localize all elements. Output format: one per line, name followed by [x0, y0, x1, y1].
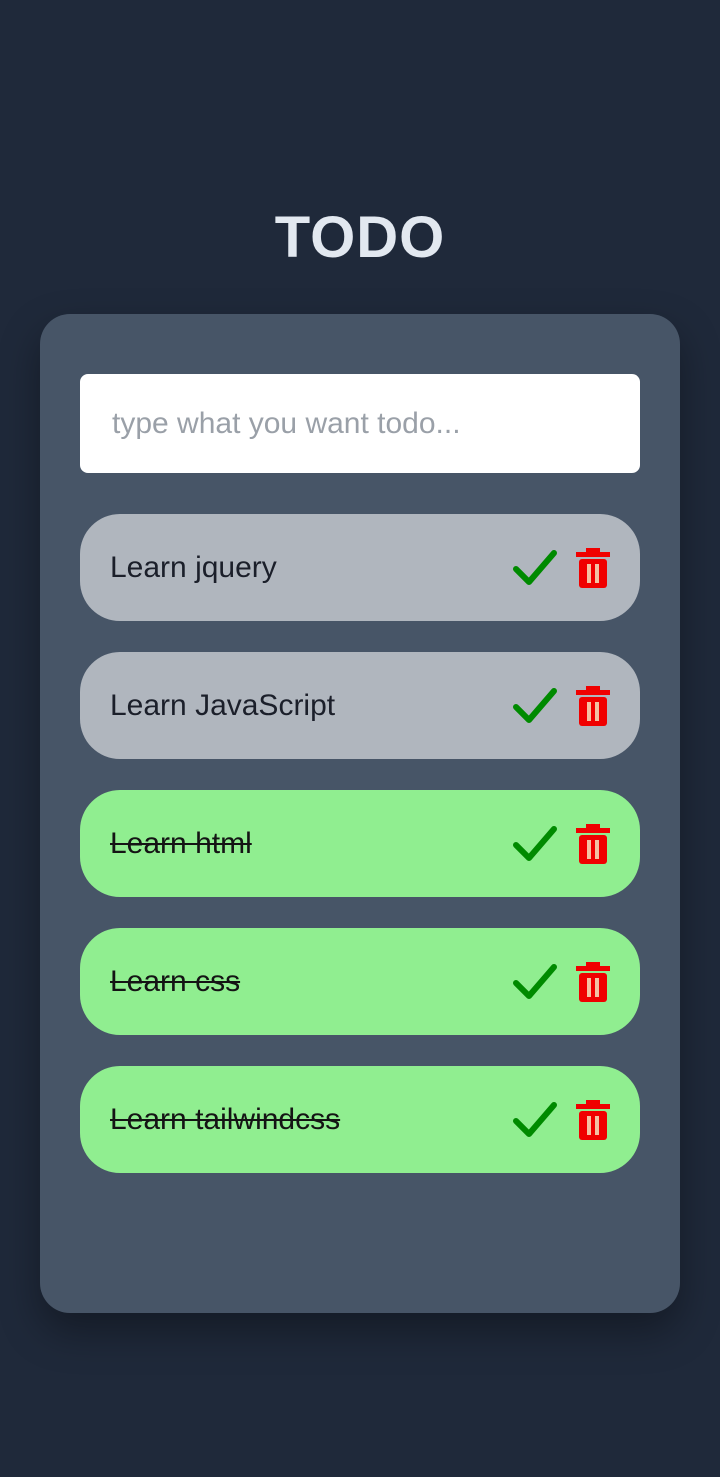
trash-icon[interactable]: [576, 686, 610, 726]
todo-list: Learn jquery Learn JavaScript Learn html: [80, 514, 640, 1204]
todo-item-label: Learn css: [110, 965, 241, 998]
todo-item-label: Learn JavaScript: [110, 689, 336, 722]
todo-item-label: Learn tailwindcss: [110, 1103, 341, 1136]
todo-input[interactable]: [80, 374, 640, 473]
todo-item-label: Learn jquery: [110, 551, 277, 584]
check-icon[interactable]: [512, 961, 558, 1003]
todo-item: Learn html: [80, 790, 640, 897]
todo-card: Learn jquery Learn JavaScript Learn html: [40, 314, 680, 1313]
check-icon[interactable]: [512, 547, 558, 589]
todo-item: Learn jquery: [80, 514, 640, 621]
todo-item: Learn css: [80, 928, 640, 1035]
todo-item: Learn JavaScript: [80, 652, 640, 759]
check-icon[interactable]: [512, 685, 558, 727]
check-icon[interactable]: [512, 1099, 558, 1141]
trash-icon[interactable]: [576, 1100, 610, 1140]
todo-item-label: Learn html: [110, 827, 252, 860]
page-title: TODO: [274, 205, 446, 270]
check-icon[interactable]: [512, 823, 558, 865]
todo-item: Learn tailwindcss: [80, 1066, 640, 1173]
trash-icon[interactable]: [576, 548, 610, 588]
trash-icon[interactable]: [576, 824, 610, 864]
trash-icon[interactable]: [576, 962, 610, 1002]
